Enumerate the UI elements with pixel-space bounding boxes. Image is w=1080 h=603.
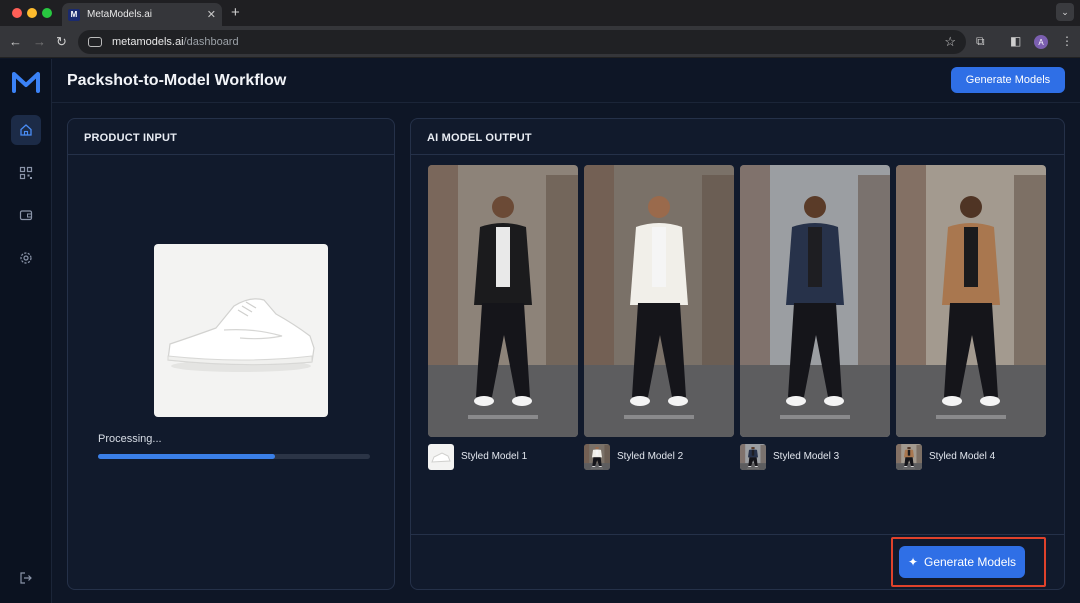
product-packshot-image <box>154 244 328 417</box>
model-image-1[interactable] <box>428 165 578 437</box>
tab-search-icon[interactable]: ⌄ <box>1056 3 1074 21</box>
app-header: Packshot-to-Model Workflow Generate Mode… <box>52 59 1080 103</box>
browser-tab-bar: M MetaModels.ai ✕ + ⌄ <box>0 0 1080 26</box>
metamodels-logo[interactable] <box>12 71 40 93</box>
model-thumbnail-3 <box>740 444 766 470</box>
product-input-title: PRODUCT INPUT <box>84 132 178 144</box>
highlight-box <box>891 537 1046 587</box>
model-thumbnail-4 <box>896 444 922 470</box>
sneaker-icon <box>167 298 315 372</box>
address-bar[interactable]: metamodels.ai/dashboard ☆ <box>78 30 966 54</box>
logout-icon <box>20 572 32 584</box>
sidebar-item-logout[interactable] <box>11 563 41 593</box>
model-label-3: Styled Model 3 <box>773 451 840 462</box>
ai-model-output-title: AI MODEL OUTPUT <box>427 132 532 144</box>
close-window-button[interactable] <box>12 8 22 18</box>
sidebar-item-qr[interactable] <box>11 158 41 188</box>
model-thumbnail-1 <box>428 444 454 470</box>
divider <box>411 534 1064 535</box>
ai-model-output-panel: AI MODEL OUTPUT Styled Model 1 Styled Mo… <box>410 118 1065 590</box>
favicon-icon: M <box>68 8 80 21</box>
model-label-4: Styled Model 4 <box>929 451 996 462</box>
tab-title: MetaModels.ai <box>87 9 153 20</box>
qr-code-icon <box>19 166 33 180</box>
forward-icon[interactable]: → <box>33 34 46 49</box>
divider <box>411 154 1064 155</box>
model-image-2[interactable] <box>584 165 734 437</box>
profile-avatar[interactable]: A <box>1034 35 1048 49</box>
maximize-window-button[interactable] <box>42 8 52 18</box>
gear-icon <box>20 252 32 264</box>
model-label-1: Styled Model 1 <box>461 451 528 462</box>
processing-status: Processing... <box>98 433 162 445</box>
extensions-icon[interactable]: ⧉ <box>976 34 985 49</box>
bookmark-star-icon[interactable]: ☆ <box>944 34 956 50</box>
model-image-4[interactable] <box>896 165 1046 437</box>
home-icon <box>20 124 32 136</box>
divider <box>68 154 394 155</box>
url-text: metamodels.ai/dashboard <box>112 36 239 48</box>
sidebar-item-home[interactable] <box>11 115 41 145</box>
close-tab-icon[interactable]: ✕ <box>207 8 216 21</box>
reload-icon[interactable]: ↻ <box>56 34 67 50</box>
sidebar-item-wallet[interactable] <box>11 200 41 230</box>
progress-fill <box>98 454 275 459</box>
new-tab-button[interactable]: + <box>231 4 240 21</box>
model-thumbnail-2 <box>584 444 610 470</box>
page-title: Packshot-to-Model Workflow <box>67 72 287 89</box>
product-input-panel: PRODUCT INPUT Processing... <box>67 118 395 590</box>
sidebar <box>0 59 52 603</box>
model-label-2: Styled Model 2 <box>617 451 684 462</box>
site-info-icon[interactable] <box>88 37 102 47</box>
side-panel-icon[interactable]: ◧ <box>1010 34 1021 48</box>
model-image-3[interactable] <box>740 165 890 437</box>
wallet-icon <box>19 210 33 221</box>
minimize-window-button[interactable] <box>27 8 37 18</box>
sidebar-item-settings[interactable] <box>11 243 41 273</box>
generate-models-header-button[interactable]: Generate Models <box>951 67 1065 93</box>
browser-menu-icon[interactable]: ⋮ <box>1061 34 1073 48</box>
browser-tab[interactable]: M MetaModels.ai ✕ <box>62 3 222 26</box>
progress-bar <box>98 454 370 459</box>
back-icon[interactable]: ← <box>9 34 22 49</box>
browser-toolbar: ← → ↻ metamodels.ai/dashboard ☆ ⧉ ◧ A ⋮ <box>0 26 1080 58</box>
